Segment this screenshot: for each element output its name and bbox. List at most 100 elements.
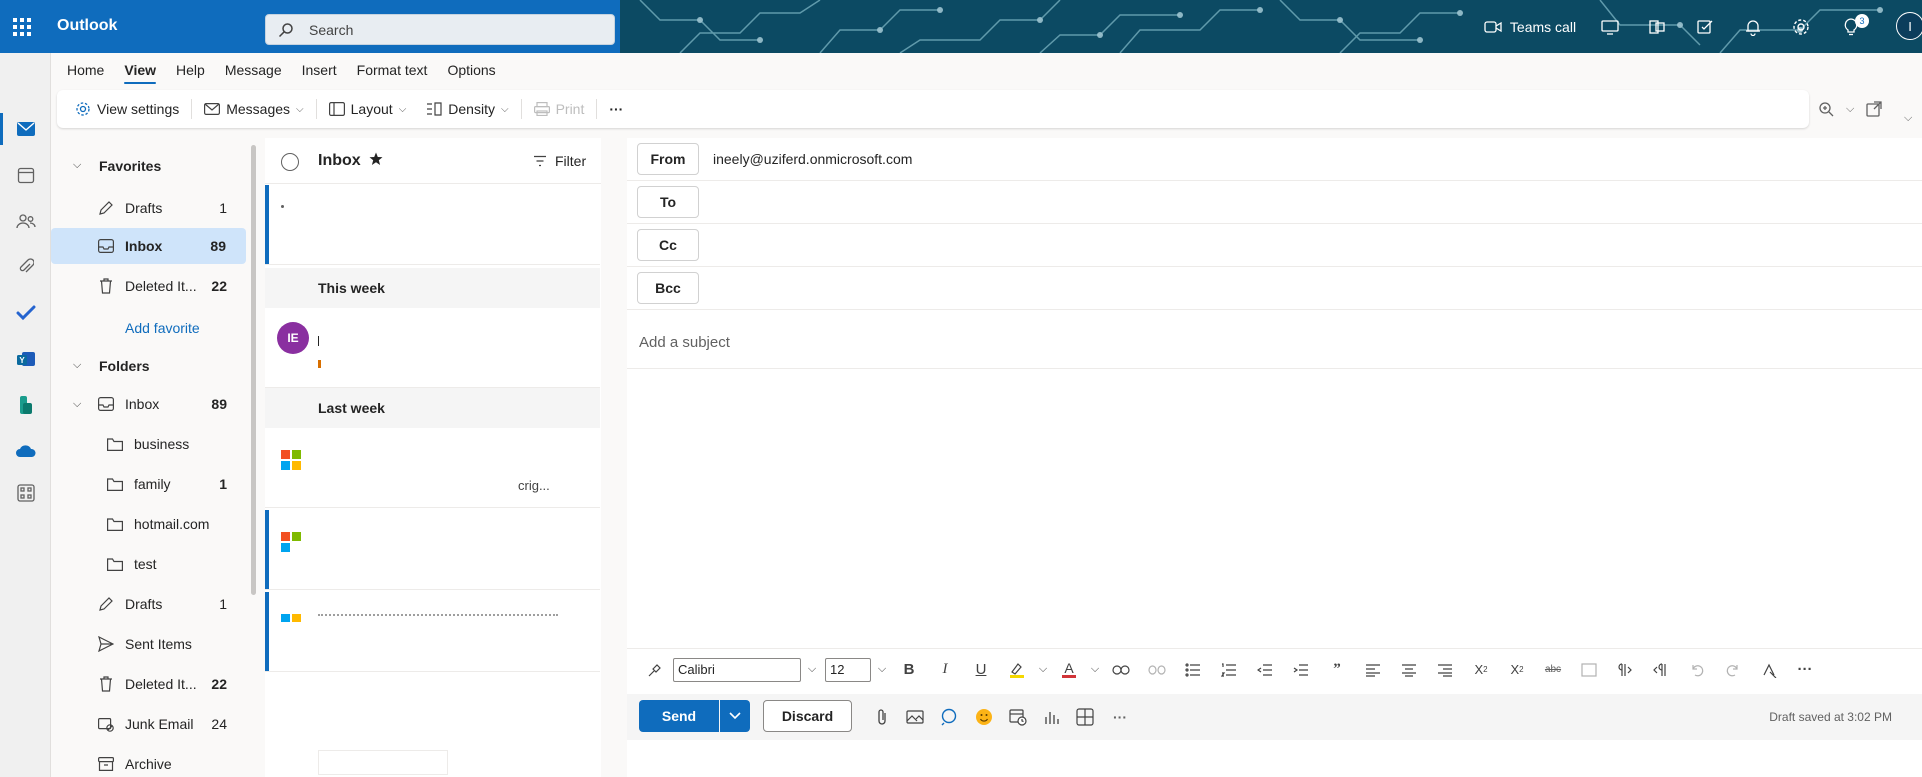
to-button[interactable]: To [637,186,699,218]
tab-home[interactable]: Home [57,53,114,87]
ltr-icon[interactable] [1607,654,1643,686]
bold-icon[interactable]: B [891,654,927,686]
search-box[interactable]: Search [265,14,615,45]
group-header-last-week[interactable]: Last week [265,388,600,428]
chevron-down-icon[interactable]: ⌵ [873,654,891,686]
zoom-icon[interactable] [1818,101,1834,117]
folder-archive[interactable]: Archive [51,746,247,777]
chevron-down-icon[interactable]: ⌵ [803,654,821,686]
list-item[interactable]: IE [265,308,600,388]
teams-call-button[interactable]: Teams call [1470,14,1590,40]
list-item[interactable] [265,185,600,265]
gear-icon[interactable] [1788,14,1814,40]
clear-formatting-icon[interactable] [1751,654,1787,686]
tab-help[interactable]: Help [166,53,215,87]
folder-family[interactable]: family 1 [51,466,247,502]
chevron-down-icon[interactable]: ⌵ [1846,103,1854,116]
schedule-icon[interactable] [1006,706,1030,728]
list-item[interactable] [265,510,600,590]
yammer-icon[interactable]: Y [14,347,38,371]
pop-out-icon[interactable] [1866,101,1882,117]
image-icon[interactable] [903,706,927,728]
folder-pane-scrollbar[interactable] [251,145,256,595]
tab-insert[interactable]: Insert [292,53,347,87]
apps-icon[interactable] [1073,706,1097,728]
cc-field[interactable] [713,237,1893,257]
favorites-header[interactable]: ⌵ Favorites [73,158,161,174]
folder-deleted-items[interactable]: Deleted It... 22 [51,666,247,702]
folder-business[interactable]: business [51,426,247,462]
font-family-select[interactable]: Calibri [673,657,801,682]
more-actions-icon[interactable]: ··· [1108,706,1132,728]
folder-drafts[interactable]: Drafts 1 [51,586,247,622]
undo-icon[interactable] [1679,654,1715,686]
filter-button[interactable]: Filter [533,153,586,169]
attach-icon[interactable] [870,706,894,728]
tab-format-text[interactable]: Format text [347,53,438,87]
select-all-checkbox[interactable] [281,153,299,171]
increase-indent-icon[interactable] [1283,654,1319,686]
star-icon[interactable] [369,152,383,166]
layout-dropdown[interactable]: Layout ⌵ [319,90,417,128]
list-item[interactable] [265,674,600,777]
add-favorite-link[interactable]: Add favorite [125,320,200,336]
insert-image-inline-icon[interactable] [1571,654,1607,686]
poll-icon[interactable] [1040,706,1064,728]
avatar[interactable]: I [1896,12,1922,40]
folder-sent-items[interactable]: Sent Items [51,626,247,662]
chevron-down-icon[interactable]: ⌵ [73,398,81,411]
numbering-icon[interactable] [1211,654,1247,686]
folder-inbox[interactable]: ⌵ Inbox 89 [51,386,247,422]
rtl-icon[interactable] [1643,654,1679,686]
decrease-indent-icon[interactable] [1247,654,1283,686]
app-title[interactable]: Outlook [57,17,117,35]
superscript-icon[interactable]: X2 [1463,654,1499,686]
onedrive-icon[interactable] [14,439,38,463]
send-button[interactable]: Send [639,700,719,732]
cc-button[interactable]: Cc [637,229,699,261]
align-left-icon[interactable] [1355,654,1391,686]
unlink-icon[interactable] [1139,654,1175,686]
calendar-icon[interactable] [14,163,38,187]
favorite-inbox[interactable]: Inbox 89 [51,228,246,264]
people-icon[interactable] [14,209,38,233]
density-dropdown[interactable]: Density ⌵ [416,90,518,128]
underline-icon[interactable]: U [963,654,999,686]
strikethrough-icon[interactable]: abc [1535,654,1571,686]
subscript-icon[interactable]: X2 [1499,654,1535,686]
folder-hotmail[interactable]: hotmail.com [51,506,247,542]
align-center-icon[interactable] [1391,654,1427,686]
link-icon[interactable] [1103,654,1139,686]
chevron-down-icon[interactable]: ⌵ [1035,654,1051,686]
subject-input[interactable]: Add a subject [639,334,730,351]
bcc-field[interactable] [713,280,1893,300]
discard-button[interactable]: Discard [763,700,852,732]
app-launcher-icon[interactable] [12,17,36,37]
list-item[interactable] [265,592,600,672]
highlight-icon[interactable] [999,654,1035,686]
tab-options[interactable]: Options [437,53,505,87]
font-size-select[interactable]: 12 [825,657,871,682]
italic-icon[interactable]: I [927,654,963,686]
loop-icon[interactable] [937,706,961,728]
todo-icon[interactable] [14,301,38,325]
bookings-icon[interactable] [14,393,38,417]
search-input[interactable]: Search [309,22,353,38]
mail-icon[interactable] [14,117,38,141]
more-apps-icon[interactable] [14,481,38,505]
chevron-down-icon[interactable]: ⌵ [1087,654,1103,686]
meet-now-icon[interactable] [1597,14,1623,40]
font-color-icon[interactable]: A [1051,654,1087,686]
attachment-icon[interactable] [14,255,38,279]
emoji-icon[interactable] [972,706,996,728]
more-options-button[interactable]: ··· [599,90,633,128]
message-body[interactable] [627,370,1922,647]
office-icon[interactable] [1644,14,1670,40]
favorite-drafts[interactable]: Drafts 1 [51,190,247,226]
bcc-button[interactable]: Bcc [637,272,699,304]
collapse-ribbon-icon[interactable]: ⌵ [1904,112,1912,125]
tab-view[interactable]: View [114,53,166,87]
align-right-icon[interactable] [1427,654,1463,686]
tab-message[interactable]: Message [215,53,292,87]
redo-icon[interactable] [1715,654,1751,686]
